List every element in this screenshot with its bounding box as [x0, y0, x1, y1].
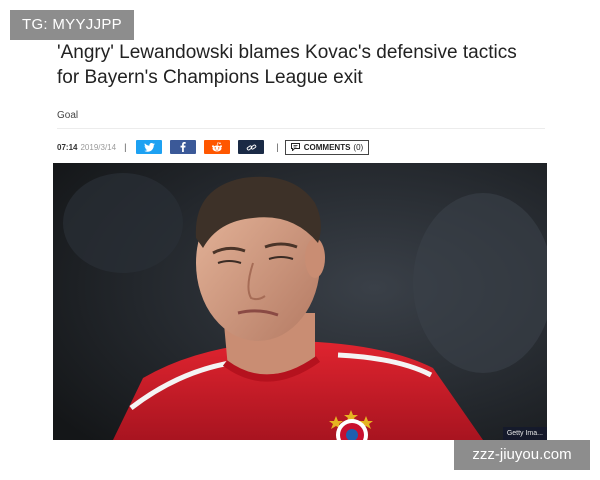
share-reddit-button[interactable] [204, 140, 231, 154]
share-twitter-button[interactable] [136, 140, 163, 154]
share-facebook-button[interactable] [170, 140, 197, 154]
article-source: Goal [57, 110, 79, 121]
comments-label: COMMENTS [303, 142, 351, 152]
twitter-icon [144, 142, 155, 152]
article-meta-bar: 07:14 2019/3/14 | | COMMENTS (0) [57, 138, 547, 156]
publish-date: 2019/3/14 [80, 142, 117, 152]
publish-time: 07:14 [57, 142, 78, 152]
meta-separator: | [124, 142, 127, 152]
photo-credit: Getty Ima... [502, 427, 547, 440]
headline-line-2: for Bayern's Champions League exit [57, 67, 363, 88]
header-divider [57, 128, 545, 129]
meta-separator-2: | [276, 142, 279, 152]
headline-line-1: 'Angry' Lewandowski blames Kovac's defen… [57, 42, 517, 63]
tg-watermark-badge: TG: MYYJJPP [10, 10, 134, 40]
facebook-icon [180, 142, 187, 152]
comments-count: (0) [353, 142, 364, 152]
comment-bubble-icon [290, 143, 300, 151]
link-icon [246, 144, 257, 150]
reddit-icon [212, 142, 223, 152]
player-photo-illustration [53, 163, 547, 440]
site-watermark: zzz-jiuyou.com [454, 440, 590, 470]
article-photo: Getty Ima... [53, 163, 547, 440]
comments-button[interactable]: COMMENTS (0) [284, 139, 370, 155]
article-headline: 'Angry' Lewandowski blames Kovac's defen… [57, 40, 557, 90]
share-link-button[interactable] [238, 140, 265, 154]
